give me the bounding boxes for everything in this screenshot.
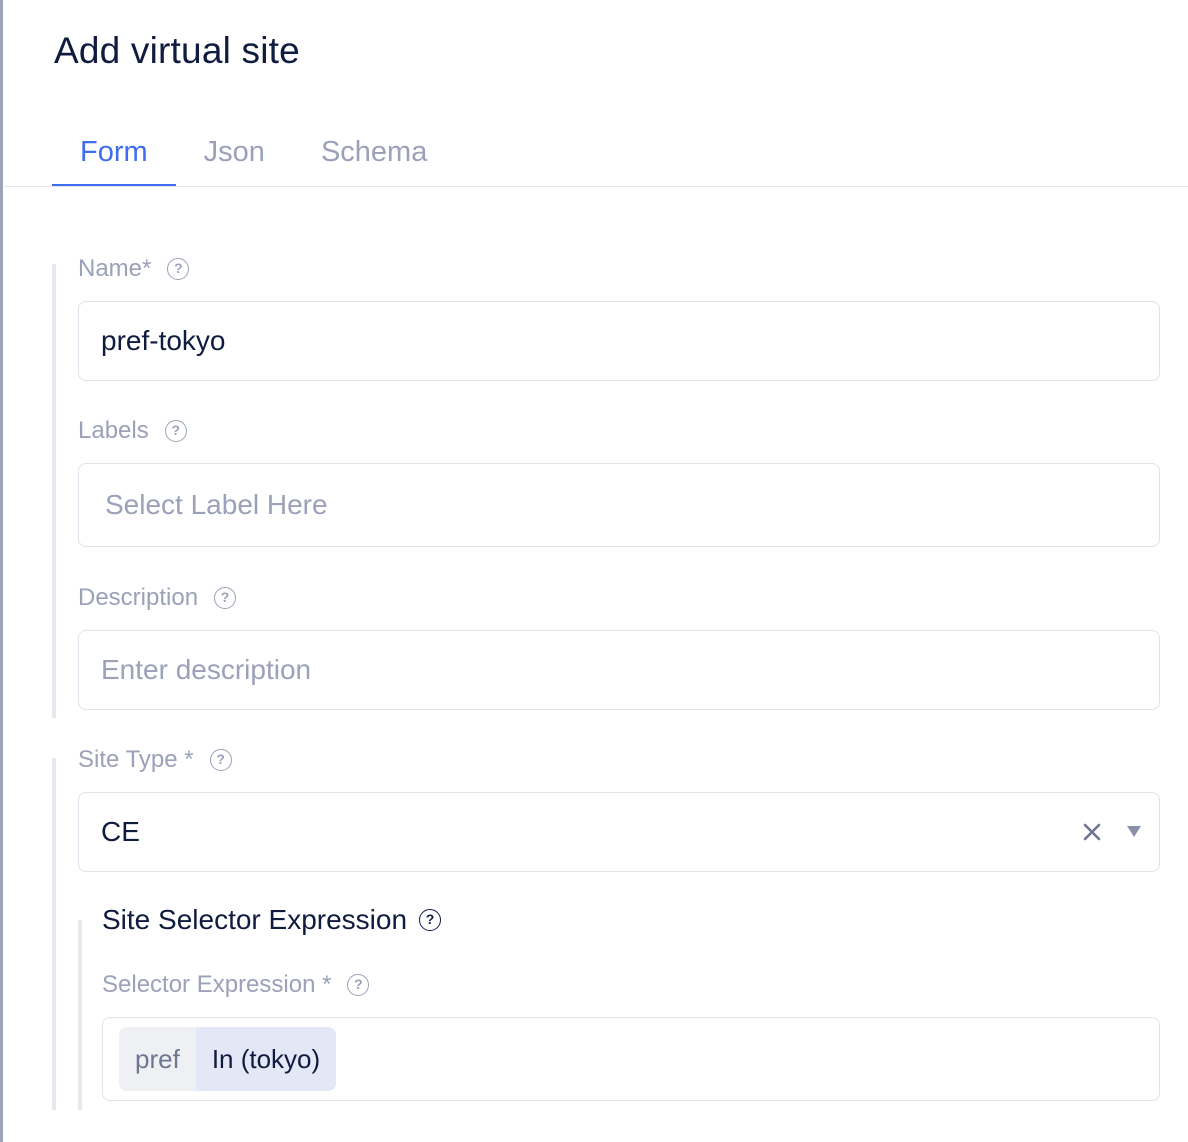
labels-label: Labels ? — [78, 417, 187, 445]
add-virtual-site-page: Add virtual site Form Json Schema Name* … — [0, 0, 1188, 1142]
question-circle-icon[interactable]: ? — [347, 974, 370, 996]
caret-down-icon[interactable] — [1127, 826, 1141, 837]
labels-label-text: Labels — [78, 417, 149, 444]
question-circle-icon[interactable]: ? — [419, 909, 442, 931]
tab-form[interactable]: Form — [52, 130, 176, 186]
tab-bar: Form Json Schema — [52, 130, 455, 186]
page-title: Add virtual site — [54, 30, 300, 71]
metadata-group-bar — [52, 264, 56, 718]
selector-chip-key[interactable]: pref — [119, 1027, 196, 1091]
name-label: Name* ? — [78, 255, 190, 283]
selector-expression-label-text: Selector Expression * — [102, 971, 332, 998]
description-label: Description ? — [78, 584, 237, 612]
question-circle-icon[interactable]: ? — [214, 587, 237, 609]
tab-json[interactable]: Json — [176, 130, 293, 186]
name-label-text: Name* — [78, 255, 152, 282]
site-type-label: Site Type * ? — [78, 746, 232, 774]
site-type-select[interactable]: CE — [78, 792, 1160, 872]
description-input[interactable]: Enter description — [78, 630, 1160, 710]
question-circle-icon[interactable]: ? — [167, 258, 190, 280]
labels-select[interactable]: Select Label Here — [78, 463, 1160, 547]
left-edge-border — [0, 0, 3, 1142]
question-circle-icon[interactable]: ? — [164, 420, 187, 442]
description-label-text: Description — [78, 584, 199, 611]
site-selector-group-bar — [78, 920, 82, 1110]
name-input-value: pref-tokyo — [101, 325, 226, 356]
name-input[interactable]: pref-tokyo — [78, 301, 1160, 381]
site-type-label-text: Site Type * — [78, 746, 194, 773]
tab-divider — [4, 186, 1188, 187]
selector-chip-operator[interactable]: In (tokyo) — [195, 1027, 337, 1091]
selector-expression-label: Selector Expression * ? — [102, 971, 370, 999]
labels-placeholder: Select Label Here — [105, 489, 328, 520]
site-selector-title-text: Site Selector Expression — [102, 904, 408, 935]
site-selector-section-title: Site Selector Expression ? — [102, 904, 442, 936]
site-type-group-bar — [52, 758, 56, 1110]
tab-schema[interactable]: Schema — [293, 130, 455, 186]
description-placeholder: Enter description — [101, 654, 312, 685]
selector-expression-input[interactable]: pref In (tokyo) — [102, 1017, 1160, 1101]
question-circle-icon[interactable]: ? — [209, 749, 232, 771]
close-icon[interactable] — [1081, 821, 1103, 843]
site-type-value: CE — [101, 816, 140, 847]
